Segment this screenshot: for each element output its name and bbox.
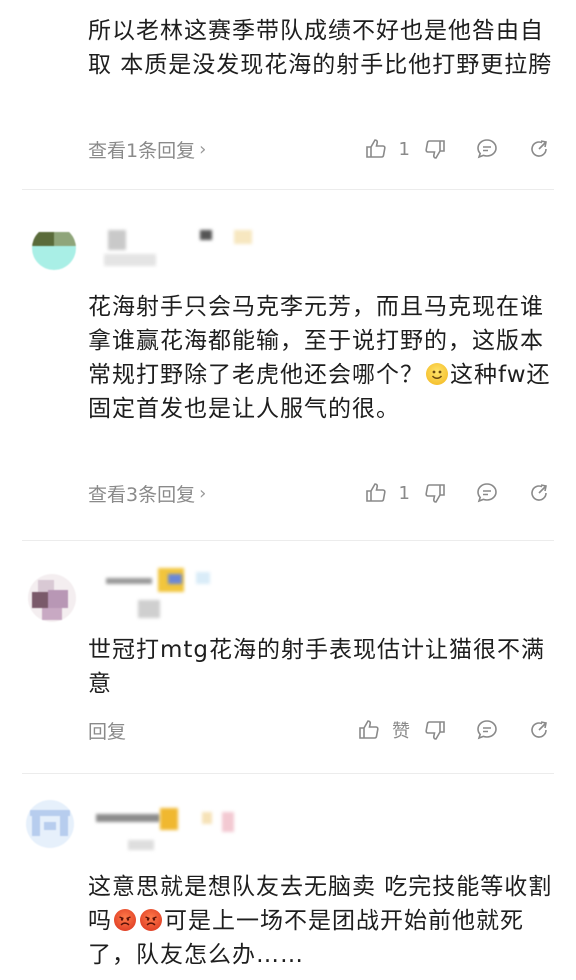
divider — [22, 773, 554, 774]
username-blurred — [96, 814, 160, 822]
badge-blurred — [222, 812, 234, 832]
comment-actions: 查看3条回复 › 1 — [88, 478, 552, 508]
comment-actions: 查看1条回复 › 1 — [88, 134, 552, 164]
avatar[interactable] — [26, 800, 74, 848]
comment-actions: 回复 赞 — [88, 715, 552, 745]
username-blurred — [106, 578, 152, 584]
angry-emoji-icon — [114, 909, 136, 931]
comment-text: 所以老林这赛季带队成绩不好也是他咎由自取 本质是没发现花海的射手比他打野更拉胯 — [88, 18, 553, 78]
chevron-right-icon: › — [199, 138, 207, 160]
chevron-right-icon: › — [199, 482, 207, 504]
timestamp-blurred — [128, 840, 154, 850]
comment-text: 花海射手只会马克李元芳，而且马克现在谁拿谁赢花海都能输，至于说打野的，这版本常规… — [88, 294, 551, 422]
comment-icon[interactable] — [474, 480, 500, 506]
smile-emoji-icon — [426, 363, 448, 385]
thumbs-down-icon[interactable] — [422, 480, 448, 506]
view-replies-link[interactable]: 查看1条回复 › — [88, 136, 206, 163]
thumbs-up-icon[interactable] — [363, 480, 389, 506]
timestamp-blurred — [138, 600, 160, 618]
badge-blurred — [160, 808, 178, 830]
angry-emoji-icon — [140, 909, 162, 931]
badge-blurred — [202, 812, 212, 824]
like-count: 1 — [398, 138, 410, 160]
badge-blurred — [196, 572, 210, 584]
avatar[interactable] — [32, 226, 76, 270]
view-replies-link[interactable]: 查看3条回复 › — [88, 480, 206, 507]
share-icon[interactable] — [526, 717, 552, 743]
like-label[interactable]: 赞 — [392, 717, 410, 743]
share-icon[interactable] — [526, 480, 552, 506]
comment-text: 世冠打mtg花海的射手表现估计让猫很不满意 — [88, 637, 546, 697]
comment-icon[interactable] — [474, 136, 500, 162]
comment-text: 这意思就是想队友去无脑卖 吃完技能等收割吗 可是上一场不是团战开始前他就死了，队… — [88, 874, 553, 968]
username-blurred — [108, 230, 126, 250]
timestamp-blurred — [104, 254, 156, 266]
divider — [22, 540, 554, 541]
thumbs-up-icon[interactable] — [356, 717, 382, 743]
thumbs-down-icon[interactable] — [422, 136, 448, 162]
comment-icon[interactable] — [474, 717, 500, 743]
badge-blurred — [200, 230, 212, 240]
divider — [22, 189, 554, 190]
share-icon[interactable] — [526, 136, 552, 162]
reply-button[interactable]: 回复 — [88, 717, 126, 744]
thumbs-down-icon[interactable] — [422, 717, 448, 743]
avatar[interactable] — [28, 574, 76, 622]
badge-blurred — [168, 574, 182, 584]
like-count: 1 — [398, 482, 410, 504]
badge-blurred — [234, 230, 252, 244]
thumbs-up-icon[interactable] — [363, 136, 389, 162]
